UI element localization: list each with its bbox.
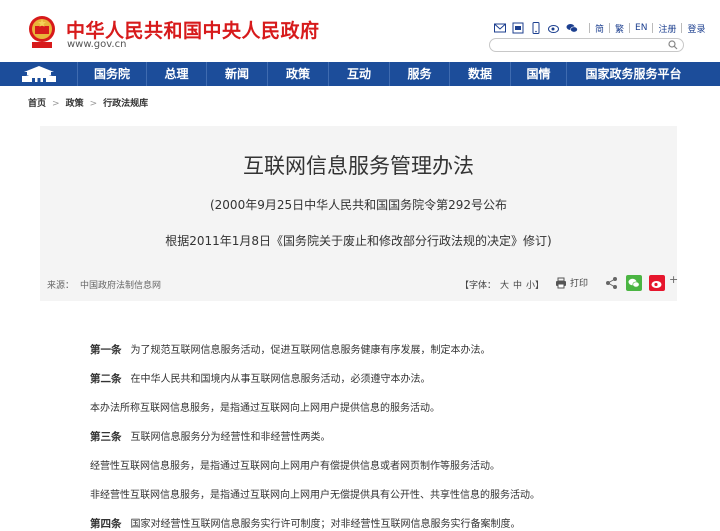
nav-item-national-info[interactable]: 国情 [511,62,567,86]
mail-icon[interactable] [494,22,506,34]
english-link[interactable]: EN [635,23,647,33]
search-input[interactable] [489,38,684,52]
article-text: 经营性互联网信息服务，是指通过互联网向上网用户有偿提供信息或者网页制作等服务活动… [90,461,500,472]
font-size-control: 【字体：大中小】 [460,278,548,291]
nav-item-policy[interactable]: 政策 [268,62,329,86]
divider [652,23,654,33]
chevron-right-icon: > [89,99,98,109]
article-paragraph: 第四条 国家对经营性互联网信息服务实行许可制度；对非经营性互联网信息服务实行备案制… [90,515,521,531]
weibo-icon[interactable] [548,22,560,34]
search-icon[interactable] [668,40,678,50]
tiananmen-icon [22,66,56,82]
article-paragraph: 第一条 为了规范互联网信息服务活动，促进互联网信息服务健康有序发展，制定本办法。 [90,341,491,357]
divider [629,23,631,33]
article-text: 在中华人民共和国境内从事互联网信息服务活动，必须遵守本办法。 [130,374,431,385]
breadcrumb-regulations[interactable]: 行政法规库 [103,99,148,109]
traditional-link[interactable]: 繁 [615,22,624,35]
article-source: 来源： 中国政府法制信息网 [47,278,161,291]
archive-icon[interactable] [512,22,524,34]
chevron-right-icon: > [52,99,60,109]
article-paragraph: 非经营性互联网信息服务，是指通过互联网向上网用户无偿提供具有公开性、共享性信息的… [90,486,540,501]
article-paragraph: 经营性互联网信息服务，是指通过互联网向上网用户有偿提供信息或者网页制作等服务活动… [90,457,500,472]
share-icon[interactable] [605,276,619,290]
nav-item-services[interactable]: 服务 [390,62,450,86]
print-button[interactable]: 打印 [555,276,588,289]
breadcrumb-home[interactable]: 首页 [28,99,46,109]
nav-item-premier[interactable]: 总理 [147,62,207,86]
mobile-icon[interactable] [530,22,542,34]
wechat-share-icon[interactable] [626,275,642,291]
article-title: 互联网信息服务管理办法 [243,154,474,178]
national-emblem-icon[interactable] [28,14,56,50]
article-revision-note: 根据2011年1月8日《国务院关于废止和修改部分行政法规的决定》修订) [165,234,552,248]
article-text: 互联网信息服务分为经营性和非经营性两类。 [130,432,331,443]
font-size-medium[interactable]: 中 [513,281,522,291]
breadcrumb: 首页 > 政策 > 行政法规库 [28,96,154,109]
nav-item-state-council[interactable]: 国务院 [78,62,147,86]
nav-home[interactable] [0,62,78,86]
source-value: 中国政府法制信息网 [80,281,162,291]
article-text: 非经营性互联网信息服务，是指通过互联网向上网用户无偿提供具有公开性、共享性信息的… [90,490,540,501]
article-label: 第三条 [90,431,122,443]
register-link[interactable]: 注册 [658,22,676,35]
article-label: 第一条 [90,344,122,356]
nav-item-gov-service-platform[interactable]: 国家政务服务平台 [567,62,700,86]
divider [609,23,611,33]
article-paragraph: 第二条 在中华人民共和国境内从事互联网信息服务活动，必须遵守本办法。 [90,370,431,386]
print-label: 打印 [570,279,589,289]
divider [589,23,590,33]
weibo-share-icon[interactable] [649,275,665,291]
article-header: 互联网信息服务管理办法 (2000年9月25日中华人民共和国国务院令第292号公… [40,126,678,301]
article-text: 为了规范互联网信息服务活动，促进互联网信息服务健康有序发展，制定本办法。 [130,345,491,356]
article-text: 本办法所称互联网信息服务，是指通过互联网向上网用户提供信息的服务活动。 [90,403,440,414]
article-text: 国家对经营性互联网信息服务实行许可制度；对非经营性互联网信息服务实行备案制度。 [130,519,521,530]
font-size-large[interactable]: 大 [500,281,509,291]
source-label: 来源： [47,281,75,291]
more-share-button[interactable]: + [669,273,678,286]
article-label: 第四条 [90,518,122,530]
login-link[interactable]: 登录 [687,22,705,35]
article-paragraph: 第三条 互联网信息服务分为经营性和非经营性两类。 [90,428,331,444]
nav-item-news[interactable]: 新闻 [207,62,268,86]
article-paragraph: 本办法所称互联网信息服务，是指通过互联网向上网用户提供信息的服务活动。 [90,399,440,414]
nav-item-interaction[interactable]: 互动 [329,62,390,86]
article-label: 第二条 [90,373,122,385]
wechat-icon[interactable] [566,22,578,34]
nav-item-data[interactable]: 数据 [450,62,511,86]
top-links: 简 繁 EN 注册 登录 [494,20,705,36]
article-subtitle: (2000年9月25日中华人民共和国国务院令第292号公布 [209,198,508,212]
site-header: 中华人民共和国中央人民政府 www.gov.cn 简 繁 EN 注册 登录 [0,0,720,62]
simplified-link[interactable]: 简 [595,22,604,35]
font-size-label: 【字体： [460,281,497,291]
site-url[interactable]: www.gov.cn [67,39,126,50]
breadcrumb-policy[interactable]: 政策 [66,99,84,109]
printer-icon [556,277,566,288]
divider [681,23,683,33]
font-size-small[interactable]: 小】 [526,281,544,291]
main-nav: 国务院 总理 新闻 政策 互动 服务 数据 国情 国家政务服务平台 [0,62,720,86]
